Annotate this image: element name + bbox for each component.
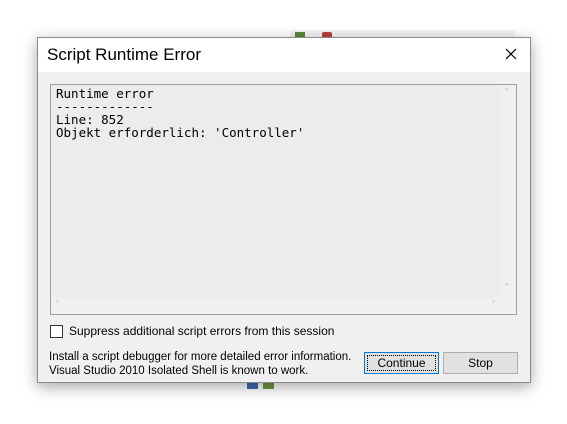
debugger-info-text: Install a script debugger for more detai… <box>49 350 351 378</box>
info-line: Visual Studio 2010 Isolated Shell is kno… <box>49 365 309 377</box>
info-line: Install a script debugger for more detai… <box>49 351 352 363</box>
stop-button[interactable]: Stop <box>443 352 518 374</box>
continue-button[interactable]: Continue <box>364 352 439 374</box>
suppress-errors-checkbox[interactable] <box>50 324 63 338</box>
title-bar: Script Runtime Error <box>38 38 530 72</box>
scroll-right-icon[interactable]: ˃ <box>491 301 496 311</box>
error-line: Objekt erforderlich: 'Controller' <box>56 125 305 140</box>
scroll-up-icon[interactable]: ˄ <box>504 89 509 99</box>
horizontal-scrollbar[interactable]: ˂ ˃ <box>51 298 500 314</box>
suppress-errors-checkbox-row[interactable]: Suppress additional script errors from t… <box>50 324 334 338</box>
scroll-down-icon[interactable]: ˅ <box>504 284 509 294</box>
close-icon <box>505 48 517 60</box>
dialog-title: Script Runtime Error <box>47 45 201 64</box>
vertical-scrollbar[interactable]: ˄ ˅ <box>500 85 516 298</box>
suppress-errors-label: Suppress additional script errors from t… <box>69 324 335 338</box>
script-error-dialog: Script Runtime Error Runtime error ------… <box>37 37 531 383</box>
error-details-textbox[interactable]: Runtime error ------------- Line: 852 Objek… <box>50 84 517 315</box>
error-details-text: Runtime error ------------- Line: 852 Objek… <box>56 87 304 139</box>
scroll-left-icon[interactable]: ˂ <box>55 301 60 311</box>
close-button[interactable] <box>496 40 526 68</box>
scrollbar-corner <box>500 298 516 314</box>
